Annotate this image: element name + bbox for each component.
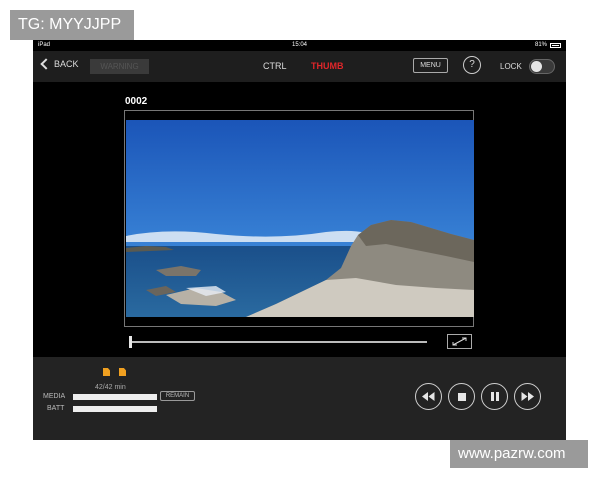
battery-icon: [550, 43, 561, 48]
back-label: BACK: [54, 59, 79, 69]
back-button[interactable]: BACK: [39, 58, 79, 70]
pause-button[interactable]: [481, 383, 508, 410]
clip-name: 0002: [125, 96, 148, 107]
media-label: MEDIA: [43, 393, 66, 400]
lock-toggle-knob: [531, 61, 542, 72]
battery-percent: 81%: [534, 42, 547, 48]
media-gauge: [73, 394, 157, 400]
chevron-left-icon: [40, 58, 52, 70]
tab-thumb[interactable]: THUMB: [311, 61, 344, 71]
watermark-bottom: www.pazrw.com: [450, 440, 588, 468]
batt-label: BATT: [47, 405, 65, 412]
stop-button[interactable]: [448, 383, 475, 410]
pause-icon: [490, 392, 499, 401]
thumbnail-image: [126, 120, 474, 317]
fast-forward-button[interactable]: [514, 383, 541, 410]
lock-toggle[interactable]: [529, 59, 555, 74]
clock: 15:04: [291, 42, 307, 48]
watermark-top: TG: MYYJJPP: [10, 10, 134, 40]
batt-gauge: [73, 406, 157, 412]
remain-time: 42/42 min: [95, 384, 126, 391]
stop-icon: [457, 392, 466, 401]
battery-status: 81%: [535, 40, 561, 51]
rewind-icon: [422, 392, 435, 401]
top-toolbar: BACK WARNING CTRL THUMB MENU ? LOCK: [33, 51, 566, 82]
warning-button[interactable]: WARNING: [90, 59, 149, 74]
tab-ctrl[interactable]: CTRL: [263, 61, 287, 71]
menu-button[interactable]: MENU: [413, 58, 448, 73]
ipad-screen: iPad 15:04 81% BACK WARNING CTRL THUMB M…: [33, 40, 566, 440]
status-bar: iPad 15:04 81%: [33, 40, 566, 51]
lock-label: LOCK: [500, 62, 522, 71]
scrubber-handle[interactable]: [129, 336, 132, 348]
scrubber-track[interactable]: [131, 341, 427, 343]
media-card-slot-1-icon: [103, 368, 110, 376]
expand-icon: [452, 337, 467, 346]
remain-button[interactable]: REMAIN: [160, 391, 195, 401]
media-card-slot-2-icon: [119, 368, 126, 376]
help-button[interactable]: ?: [463, 56, 481, 74]
rewind-button[interactable]: [415, 383, 442, 410]
fullscreen-button[interactable]: [447, 334, 472, 349]
fast-forward-icon: [521, 392, 534, 401]
bottom-panel: 42/42 min MEDIA REMAIN BATT: [33, 357, 566, 440]
thumbnail-frame[interactable]: [124, 110, 474, 327]
